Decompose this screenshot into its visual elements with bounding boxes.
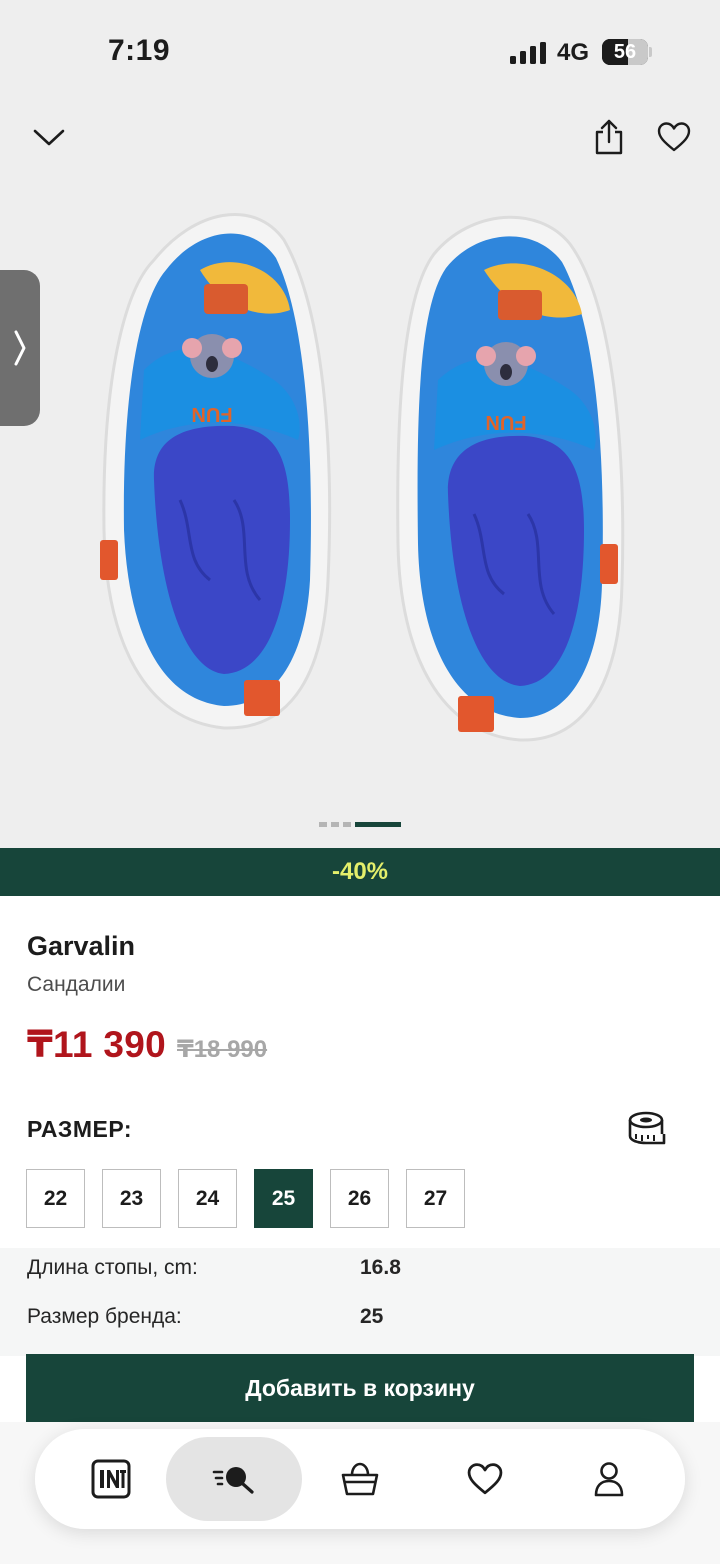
- product-gallery[interactable]: 7:19 4G 56 FUN FUN: [0, 0, 720, 848]
- status-time: 7:19: [108, 34, 171, 67]
- profile-icon: [594, 1462, 624, 1497]
- heart-icon: [467, 1463, 503, 1495]
- svg-text:FUN: FUN: [485, 411, 526, 433]
- collapse-button[interactable]: [22, 110, 76, 164]
- foot-length-value: 16.8: [360, 1256, 401, 1279]
- favorite-button[interactable]: [647, 110, 701, 164]
- discount-label: -40%: [331, 858, 389, 885]
- brand-size-label: Размер бренда:: [27, 1305, 182, 1328]
- size-option-27[interactable]: 27: [406, 1169, 465, 1228]
- battery-icon: 56: [602, 39, 652, 65]
- right-sandal: FUN: [396, 215, 625, 742]
- side-expand-tab[interactable]: [0, 270, 40, 426]
- size-selector: 22 23 24 25 26 27: [26, 1169, 465, 1228]
- tab-catalog-search[interactable]: [166, 1437, 302, 1521]
- size-specs-panel: Длина стопы, cm: 16.8 Размер бренда: 25: [0, 1248, 720, 1356]
- carousel-dot[interactable]: [319, 822, 327, 827]
- left-sandal: FUN: [100, 212, 332, 730]
- size-option-25[interactable]: 25: [254, 1169, 313, 1228]
- size-option-22[interactable]: 22: [26, 1169, 85, 1228]
- carousel-indicator: [0, 822, 720, 830]
- svg-text:FUN: FUN: [191, 403, 232, 425]
- product-photo: FUN FUN: [100, 212, 625, 742]
- size-option-26[interactable]: 26: [330, 1169, 389, 1228]
- battery-level: 56: [613, 41, 637, 63]
- tab-favorites[interactable]: [417, 1437, 553, 1521]
- discount-banner: -40%: [0, 848, 720, 896]
- brand-size-value: 25: [360, 1305, 384, 1328]
- home-logo-icon: [91, 1459, 131, 1499]
- size-option-24[interactable]: 24: [178, 1169, 237, 1228]
- share-icon: [595, 119, 623, 155]
- size-guide-button[interactable]: [624, 1106, 672, 1154]
- status-bar: 7:19 4G 56: [0, 0, 720, 100]
- size-option-23[interactable]: 23: [102, 1169, 161, 1228]
- carousel-dot[interactable]: [343, 822, 351, 827]
- old-price: ₸18 990: [177, 1036, 268, 1063]
- current-price: ₸11 390: [27, 1024, 166, 1065]
- foot-length-label: Длина стопы, cm:: [27, 1256, 198, 1279]
- tab-cart[interactable]: [292, 1437, 428, 1521]
- bottom-tab-bar: [35, 1429, 685, 1529]
- search-icon: [212, 1467, 254, 1494]
- cellular-signal-icon: [510, 42, 546, 64]
- share-button[interactable]: [582, 110, 636, 164]
- product-brand[interactable]: Garvalin: [27, 931, 135, 962]
- tab-profile[interactable]: [541, 1437, 677, 1521]
- carousel-dot[interactable]: [331, 822, 339, 827]
- chevron-down-icon: [33, 129, 65, 146]
- heart-icon: [657, 122, 691, 152]
- size-section-title: РАЗМЕР:: [27, 1116, 133, 1142]
- product-category: Сандалии: [27, 973, 126, 996]
- carousel-dot-active[interactable]: [355, 822, 401, 827]
- chevron-right-icon: [14, 330, 26, 366]
- basket-icon: [341, 1462, 379, 1496]
- measuring-tape-icon: [628, 1111, 666, 1145]
- add-to-cart-button[interactable]: Добавить в корзину: [26, 1354, 694, 1422]
- network-type: 4G: [557, 39, 590, 66]
- tab-home[interactable]: [43, 1437, 179, 1521]
